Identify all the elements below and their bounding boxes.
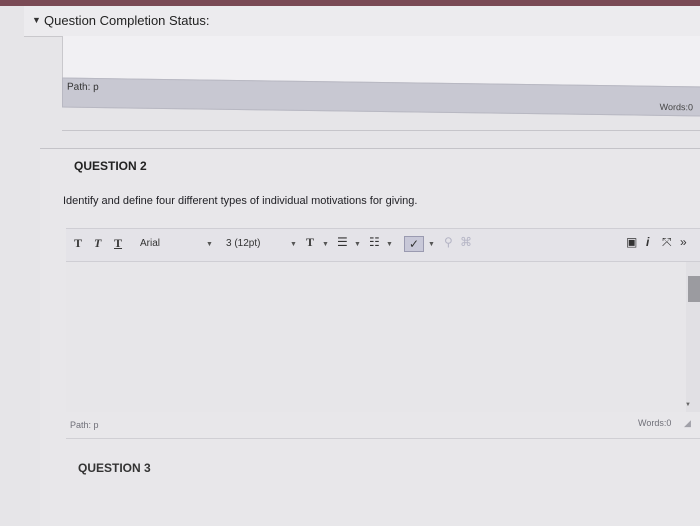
question-2-title: QUESTION 2 (74, 159, 147, 173)
scrollbar-thumb[interactable] (688, 276, 700, 302)
editor-toolbar: T T T Arial ▼ 3 (12pt) ▼ T ▼ ☰ ▼ ☷ ▼ ✓ ▼… (66, 228, 700, 262)
editor-word-count: Words:0 (638, 418, 672, 428)
scroll-down-icon[interactable]: ▼ (685, 402, 691, 408)
status-label: Question Completion Status: (44, 13, 210, 28)
bold-icon[interactable]: T (74, 236, 82, 251)
italic-icon[interactable]: T (94, 236, 101, 251)
spellcheck-icon[interactable]: ✓ (404, 236, 424, 252)
font-color-icon[interactable]: T (306, 235, 314, 250)
chevron-down-icon[interactable]: ▼ (428, 241, 435, 248)
resize-handle-icon[interactable]: ◢ (684, 418, 691, 429)
question-completion-status[interactable]: ▼ Question Completion Status: (24, 6, 700, 37)
chevron-down-icon[interactable]: ▼ (322, 241, 329, 248)
link-icon[interactable]: ⚲ (444, 235, 453, 249)
word-count: Words:0 (659, 101, 693, 113)
divider (62, 130, 700, 131)
divider (66, 438, 700, 439)
chevron-down-icon[interactable]: ▼ (386, 241, 393, 248)
chevron-down-icon[interactable]: ▼ (290, 241, 297, 248)
question-2-prompt: Identify and define four different types… (63, 195, 418, 207)
chevron-down-icon[interactable]: ▼ (206, 241, 213, 248)
fullscreen-icon[interactable]: ⤧ (662, 235, 672, 250)
question-3-title: QUESTION 3 (78, 461, 151, 475)
unordered-list-icon[interactable]: ☰ (337, 235, 348, 249)
underline-icon[interactable]: T (114, 236, 122, 251)
font-family-select[interactable]: Arial (140, 238, 160, 249)
path-label: Path: p (67, 81, 99, 94)
ordered-list-icon[interactable]: ☷ (369, 235, 380, 249)
preview-icon[interactable]: ▣ (626, 235, 637, 249)
editor-path: Path: p (70, 420, 99, 430)
expand-icon[interactable]: » (680, 235, 687, 249)
unlink-icon[interactable]: ⌘ (460, 235, 472, 249)
info-icon[interactable]: i (646, 235, 649, 249)
answer-editor[interactable] (66, 262, 686, 412)
chevron-down-icon[interactable]: ▼ (32, 15, 41, 25)
chevron-down-icon[interactable]: ▼ (354, 241, 361, 248)
font-size-select[interactable]: 3 (12pt) (226, 238, 260, 249)
